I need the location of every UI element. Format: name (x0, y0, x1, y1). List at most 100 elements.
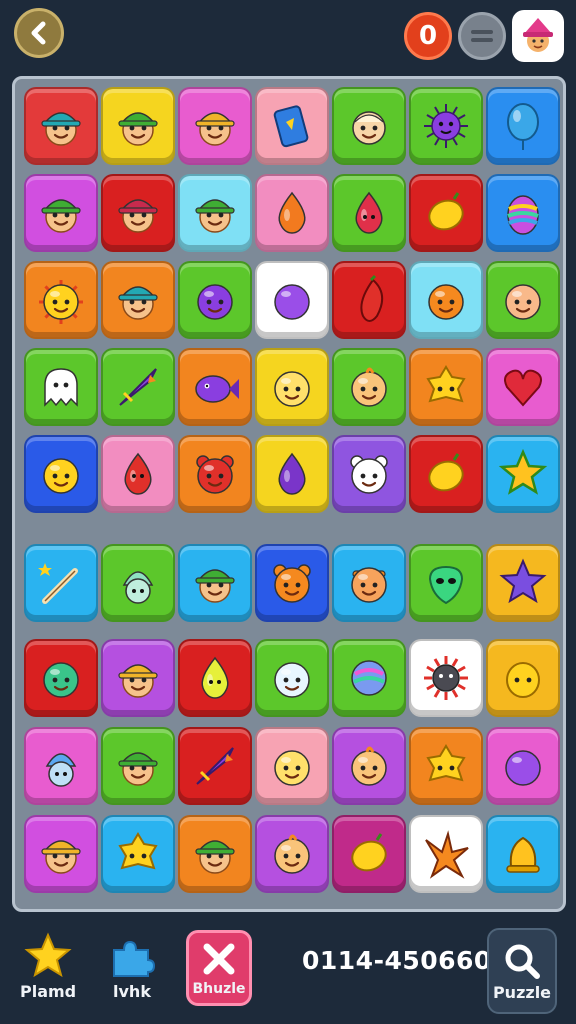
yellow-blob-icon (426, 365, 466, 403)
game-tile[interactable] (332, 639, 406, 717)
game-tile[interactable] (332, 348, 406, 426)
game-tile[interactable] (332, 261, 406, 339)
menu-icon (471, 30, 493, 42)
game-tile[interactable] (178, 87, 252, 165)
game-tile[interactable] (101, 87, 175, 165)
game-tile[interactable] (255, 727, 329, 805)
chick-icon (351, 746, 387, 786)
menu-button[interactable] (458, 12, 506, 60)
game-tile[interactable] (409, 261, 483, 339)
game-tile[interactable] (178, 435, 252, 513)
game-tile[interactable] (24, 639, 98, 717)
game-tile[interactable] (101, 174, 175, 252)
game-tile[interactable] (332, 435, 406, 513)
boy-yellow-hat-icon (118, 664, 158, 698)
star-label: Plamd (20, 982, 77, 1001)
game-tile[interactable] (409, 435, 483, 513)
game-tile[interactable] (486, 727, 560, 805)
drop-orange-icon (278, 191, 306, 234)
green-face-icon (43, 662, 79, 698)
game-tile[interactable] (24, 348, 98, 426)
game-tile[interactable] (178, 544, 252, 622)
game-tile[interactable] (332, 87, 406, 165)
link-button[interactable]: lvhk (108, 936, 156, 1001)
game-tile[interactable] (332, 727, 406, 805)
game-tile[interactable] (409, 815, 483, 893)
player-avatar[interactable] (512, 10, 564, 62)
game-tile[interactable] (178, 348, 252, 426)
game-tile[interactable] (486, 544, 560, 622)
lemon-icon (428, 453, 464, 492)
game-tile[interactable] (24, 815, 98, 893)
boy-red-hat-icon (118, 199, 158, 233)
boy-bald-icon (352, 111, 386, 145)
dart-icon (196, 747, 234, 785)
game-tile[interactable] (486, 815, 560, 893)
game-tile[interactable] (101, 348, 175, 426)
score-value: 0 (418, 21, 438, 51)
star-gold-icon (498, 448, 548, 495)
game-tile[interactable] (255, 174, 329, 252)
bell-yellow-icon (506, 836, 540, 873)
yellow-face-icon (43, 458, 79, 494)
close-button-wrap: Bhuzle (186, 930, 252, 1006)
peach-face-icon (505, 284, 541, 320)
happy-face-icon (274, 750, 310, 786)
game-tile[interactable] (24, 544, 98, 622)
game-tile[interactable] (409, 639, 483, 717)
star-purple-icon (499, 558, 547, 604)
game-tile[interactable] (255, 544, 329, 622)
game-tile[interactable] (332, 815, 406, 893)
game-tile[interactable] (486, 348, 560, 426)
game-tile[interactable] (178, 261, 252, 339)
game-tile[interactable] (486, 639, 560, 717)
top-right-controls: 0 (404, 10, 564, 62)
game-tile[interactable] (24, 435, 98, 513)
red-fish-icon (124, 452, 152, 495)
puzzle-button[interactable]: Puzzle (487, 928, 557, 1014)
game-tile[interactable] (178, 174, 252, 252)
game-tile[interactable] (24, 727, 98, 805)
back-button[interactable] (14, 8, 64, 58)
purple-fish-icon (195, 375, 239, 403)
star-icon (24, 932, 72, 978)
game-tile[interactable] (255, 261, 329, 339)
game-tile[interactable] (255, 639, 329, 717)
game-tile[interactable] (255, 87, 329, 165)
game-tile[interactable] (332, 544, 406, 622)
game-tile[interactable] (255, 348, 329, 426)
game-tile[interactable] (101, 815, 175, 893)
game-tile[interactable] (486, 435, 560, 513)
egg-rainbow-icon (507, 195, 539, 235)
chick-icon (274, 834, 310, 874)
game-tile[interactable] (409, 174, 483, 252)
game-tile[interactable] (24, 174, 98, 252)
game-tile[interactable] (101, 727, 175, 805)
game-tile[interactable] (486, 261, 560, 339)
star-button[interactable]: Plamd (20, 932, 76, 1001)
game-tile[interactable] (24, 87, 98, 165)
game-tile[interactable] (101, 435, 175, 513)
game-tile[interactable] (332, 174, 406, 252)
game-tile[interactable] (255, 435, 329, 513)
game-tile[interactable] (178, 815, 252, 893)
game-tile[interactable] (178, 639, 252, 717)
game-tile[interactable] (24, 261, 98, 339)
lemon-face-icon (506, 662, 540, 698)
snow-face-icon (274, 662, 310, 698)
link-label: lvhk (113, 982, 151, 1001)
yellow-blob-icon (118, 832, 158, 870)
chili-icon (360, 274, 384, 322)
game-tile[interactable] (409, 348, 483, 426)
game-tile[interactable] (486, 87, 560, 165)
game-tile[interactable] (101, 639, 175, 717)
game-tile[interactable] (409, 544, 483, 622)
game-tile[interactable] (178, 727, 252, 805)
game-tile[interactable] (255, 815, 329, 893)
game-tile[interactable] (486, 174, 560, 252)
game-tile[interactable] (101, 544, 175, 622)
game-tile[interactable] (409, 87, 483, 165)
game-tile[interactable] (409, 727, 483, 805)
close-button[interactable]: Bhuzle (186, 930, 252, 1006)
game-tile[interactable] (101, 261, 175, 339)
